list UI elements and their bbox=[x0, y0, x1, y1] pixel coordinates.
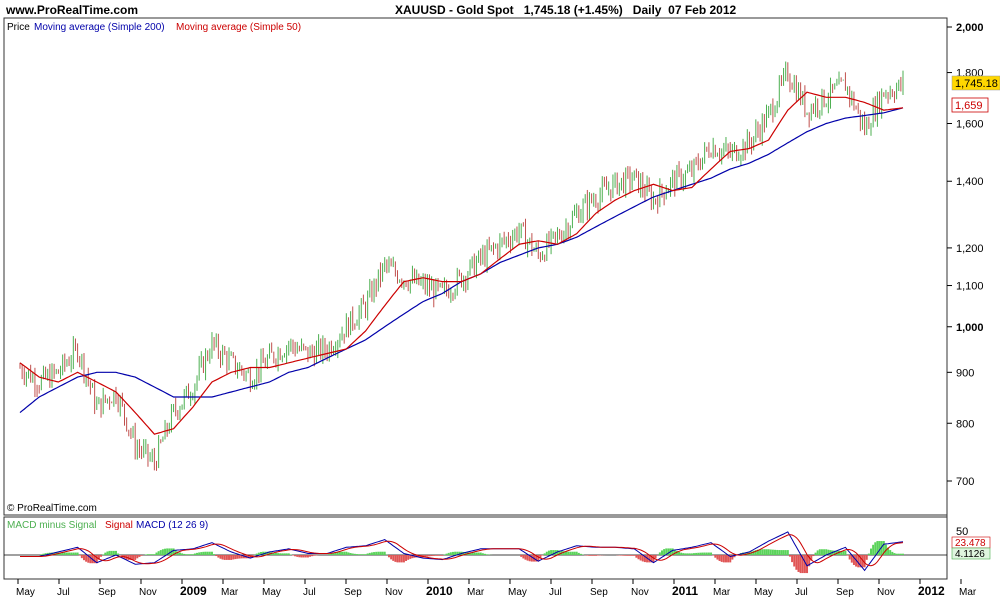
series-line-ma200 bbox=[19, 107, 904, 414]
legend-ma50: Moving average (Simple 50) bbox=[176, 22, 301, 33]
signal-value-label: 23.478 bbox=[955, 538, 986, 549]
x-tick-label: Jul bbox=[549, 587, 562, 598]
x-tick-label: Nov bbox=[631, 587, 649, 598]
price-tick-label: 1,200 bbox=[956, 243, 984, 255]
x-tick-label: Jul bbox=[57, 587, 70, 598]
ma50-value-label: 1,659 bbox=[955, 100, 983, 112]
macd-legend-hist: MACD minus Signal bbox=[7, 520, 96, 531]
x-tick-label: Mar bbox=[221, 587, 239, 598]
price-tick-label: 1,400 bbox=[956, 176, 984, 188]
x-tick-label: May bbox=[754, 587, 773, 598]
hist-value-label: 4.1126 bbox=[955, 549, 985, 560]
x-tick-label: Jul bbox=[795, 587, 808, 598]
watermark: © ProRealTime.com bbox=[7, 503, 97, 514]
x-tick-label: May bbox=[16, 587, 35, 598]
x-tick-label: Mar bbox=[959, 587, 977, 598]
price-tick-label: 1,100 bbox=[956, 281, 984, 293]
legend-price: Price bbox=[7, 22, 30, 33]
x-tick-label: Sep bbox=[344, 587, 362, 598]
price-axis: 2,0001,8001,6001,4001,2001,1001,00090080… bbox=[947, 22, 984, 488]
x-tick-label: 2012 bbox=[918, 584, 945, 598]
price-tick-label: 1,000 bbox=[956, 322, 984, 334]
x-tick-label: 2010 bbox=[426, 584, 453, 598]
x-tick-label: Mar bbox=[713, 587, 731, 598]
x-tick-label: Nov bbox=[877, 587, 895, 598]
x-tick-label: Sep bbox=[590, 587, 608, 598]
x-tick-label: Nov bbox=[385, 587, 403, 598]
x-tick-label: Sep bbox=[836, 587, 854, 598]
price-tick-label: 1,600 bbox=[956, 118, 984, 130]
x-tick-label: Mar bbox=[467, 587, 485, 598]
price-tick-label: 700 bbox=[956, 476, 974, 488]
x-tick-label: Jul bbox=[303, 587, 316, 598]
x-tick-label: May bbox=[262, 587, 281, 598]
last-price-label: 1,745.18 bbox=[955, 78, 998, 90]
legend-ma200: Moving average (Simple 200) bbox=[34, 22, 165, 33]
price-chart[interactable]: 2,0001,8001,6001,4001,2001,1001,00090080… bbox=[0, 0, 1000, 600]
macd-axis-tick: 50 bbox=[956, 526, 968, 538]
x-tick-label: Nov bbox=[139, 587, 157, 598]
macd-legend-macd: MACD (12 26 9) bbox=[136, 520, 208, 531]
price-tick-label: 2,000 bbox=[956, 22, 984, 34]
series-line-ma50 bbox=[19, 91, 904, 435]
macd-histogram bbox=[40, 541, 904, 574]
price-series bbox=[19, 61, 904, 471]
price-tick-label: 800 bbox=[956, 418, 974, 430]
x-axis: May Jul Sep Nov 2009 Mar May Jul Sep Nov 2010 Mar Ma… bbox=[16, 579, 977, 598]
x-tick-label: 2011 bbox=[672, 584, 698, 598]
macd-legend-signal: Signal bbox=[105, 520, 133, 531]
price-tick-label: 900 bbox=[956, 367, 974, 379]
x-tick-label: Sep bbox=[98, 587, 116, 598]
x-tick-label: May bbox=[508, 587, 527, 598]
x-tick-label: 2009 bbox=[180, 584, 207, 598]
